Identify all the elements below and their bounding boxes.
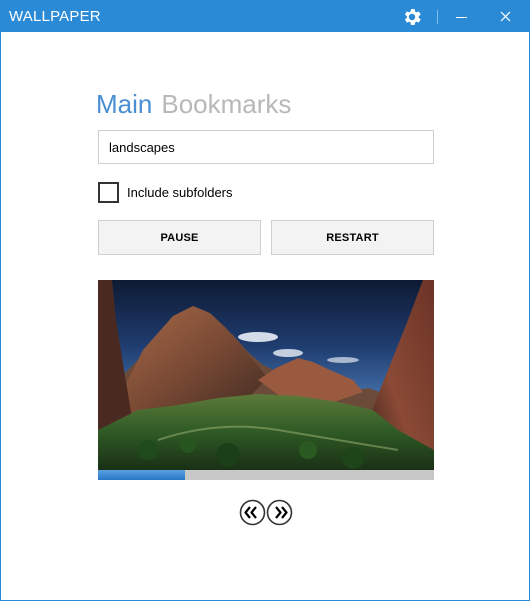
search-input[interactable]	[98, 130, 434, 164]
window-title: WALLPAPER	[9, 8, 101, 25]
gear-icon[interactable]	[400, 6, 424, 28]
close-icon	[500, 11, 511, 22]
tab-bar: Main Bookmarks	[96, 89, 291, 120]
app-window: WALLPAPER Main Bookmarks Include subfolde…	[0, 0, 530, 601]
close-button[interactable]	[491, 1, 521, 32]
include-subfolders-checkbox[interactable]	[98, 182, 119, 203]
include-subfolders-label: Include subfolders	[127, 185, 233, 200]
tab-main[interactable]: Main	[96, 89, 152, 120]
wallpaper-preview	[98, 280, 434, 470]
pause-button[interactable]: PAUSE	[98, 220, 261, 255]
tab-bookmarks[interactable]: Bookmarks	[161, 89, 291, 120]
previous-button[interactable]	[239, 499, 266, 526]
minimize-button[interactable]	[448, 1, 476, 32]
slideshow-progress	[98, 470, 434, 480]
title-bar[interactable]: WALLPAPER	[1, 1, 529, 32]
titlebar-separator	[437, 10, 438, 24]
include-subfolders-option[interactable]: Include subfolders	[98, 182, 233, 203]
landscape-image	[98, 280, 434, 470]
next-button[interactable]	[266, 499, 293, 526]
double-chevron-right-icon	[266, 499, 293, 526]
progress-fill	[98, 470, 186, 480]
double-chevron-left-icon	[239, 499, 266, 526]
restart-button[interactable]: RESTART	[271, 220, 434, 255]
